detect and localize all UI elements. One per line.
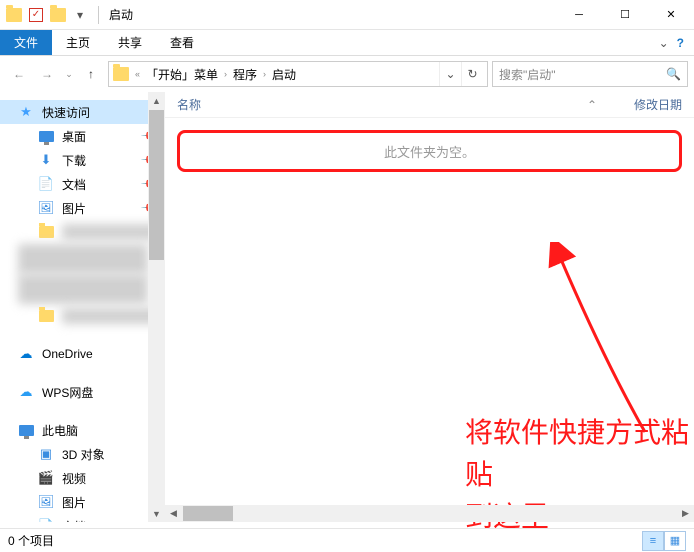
downloads-icon: ⬇: [38, 152, 54, 168]
crumb-1[interactable]: 「开始」菜单: [146, 66, 218, 83]
view-details-button[interactable]: ≡: [642, 531, 664, 551]
pictures-icon: 🖼: [38, 200, 54, 216]
window-title: 启动: [109, 6, 133, 23]
close-button[interactable]: ✕: [648, 0, 694, 30]
nav-desktop[interactable]: 桌面 📌: [0, 124, 164, 148]
thispc-icon: [18, 422, 34, 438]
ribbon: 文件 主页 共享 查看 ⌄ ?: [0, 30, 694, 56]
crumb-root-chevron[interactable]: «: [131, 69, 144, 79]
nav-label: 3D 对象: [62, 446, 105, 463]
column-date[interactable]: 修改日期: [602, 96, 682, 113]
nav-label: 文档: [62, 176, 86, 193]
nav-3d-objects[interactable]: ▣ 3D 对象: [0, 442, 164, 466]
nav-quick-access[interactable]: ★ 快速访问: [0, 100, 164, 124]
search-input[interactable]: 搜索"启动" 🔍: [492, 61, 688, 87]
wps-cloud-icon: ☁: [18, 384, 34, 400]
titlebar: ✓ ▾ 启动 ─ ☐ ✕: [0, 0, 694, 30]
crumb-2[interactable]: 程序: [233, 66, 257, 83]
documents-icon: 📄: [38, 176, 54, 192]
nav-documents[interactable]: 📄 文档 📌: [0, 172, 164, 196]
desktop-icon: [38, 128, 54, 144]
refresh-button[interactable]: ↻: [461, 62, 483, 86]
nav-label: 桌面: [62, 128, 86, 145]
nav-blurred-item[interactable]: [18, 244, 148, 274]
sort-indicator-icon[interactable]: ⌃: [582, 98, 602, 112]
scroll-up-icon[interactable]: ▲: [148, 92, 165, 109]
nav-label: 文档: [62, 518, 86, 523]
nav-downloads[interactable]: ⬇ 下载 📌: [0, 148, 164, 172]
chevron-right-icon[interactable]: ›: [220, 69, 231, 79]
nav-label: 此电脑: [42, 422, 78, 439]
nav-vertical-scrollbar[interactable]: ▲ ▼: [148, 92, 165, 522]
horizontal-scrollbar[interactable]: ◀ ▶: [165, 505, 694, 522]
search-placeholder: 搜索"启动": [499, 66, 556, 83]
navigation-pane: ★ 快速访问 桌面 📌 ⬇ 下载 📌 📄 文档 📌 🖼 图片 📌: [0, 92, 165, 522]
nav-wps[interactable]: ☁ WPS网盘: [0, 380, 164, 404]
scroll-left-icon[interactable]: ◀: [165, 505, 182, 522]
column-name[interactable]: 名称: [177, 96, 582, 113]
scroll-right-icon[interactable]: ▶: [677, 505, 694, 522]
nav-label: OneDrive: [42, 347, 93, 361]
nav-label: 快速访问: [42, 104, 90, 121]
nav-blurred-item[interactable]: [0, 220, 164, 244]
empty-folder-message: 此文件夹为空。: [384, 142, 475, 161]
address-folder-icon: [113, 67, 129, 81]
search-icon[interactable]: 🔍: [666, 67, 681, 81]
tab-file[interactable]: 文件: [0, 30, 52, 55]
nav-label: 图片: [62, 200, 86, 217]
folder-qat-icon[interactable]: [50, 7, 66, 23]
nav-onedrive[interactable]: ☁ OneDrive: [0, 342, 164, 366]
view-largeicons-button[interactable]: ▦: [664, 531, 686, 551]
nav-videos[interactable]: 🎬 视频: [0, 466, 164, 490]
annotation-line-1: 将软件快捷方式粘贴: [465, 412, 694, 496]
nav-history-dropdown[interactable]: ⌄: [62, 61, 76, 87]
qat-dropdown-icon[interactable]: ▾: [72, 7, 88, 23]
status-bar: 0 个项目 ≡ ▦: [0, 528, 694, 552]
tab-view[interactable]: 查看: [156, 30, 208, 55]
nav-label: 下载: [62, 152, 86, 169]
scroll-down-icon[interactable]: ▼: [148, 505, 165, 522]
nav-label: WPS网盘: [42, 384, 93, 401]
documents-icon: 📄: [38, 518, 54, 522]
column-header-row: 名称 ⌃ 修改日期: [165, 92, 694, 118]
nav-blurred-item[interactable]: [0, 304, 164, 328]
empty-folder-highlight: 此文件夹为空。: [177, 130, 682, 172]
tab-home[interactable]: 主页: [52, 30, 104, 55]
folder-app-icon: [6, 7, 22, 23]
chevron-right-icon[interactable]: ›: [259, 69, 270, 79]
minimize-button[interactable]: ─: [556, 0, 602, 30]
ribbon-expand-icon[interactable]: ⌄: [659, 36, 669, 50]
maximize-button[interactable]: ☐: [602, 0, 648, 30]
scrollbar-thumb[interactable]: [183, 506, 233, 521]
nav-thispc[interactable]: 此电脑: [0, 418, 164, 442]
content-area: 名称 ⌃ 修改日期 此文件夹为空。 将软件快捷方式粘贴 到这里 ◀ ▶: [165, 92, 694, 522]
nav-back-button[interactable]: ←: [6, 61, 32, 87]
nav-blurred-item[interactable]: [18, 274, 148, 304]
tab-share[interactable]: 共享: [104, 30, 156, 55]
nav-pictures[interactable]: 🖼 图片 📌: [0, 196, 164, 220]
nav-forward-button: →: [34, 61, 60, 87]
status-item-count: 0 个项目: [8, 532, 54, 549]
onedrive-icon: ☁: [18, 346, 34, 362]
nav-pictures-2[interactable]: 🖼 图片: [0, 490, 164, 514]
nav-label: 视频: [62, 470, 86, 487]
nav-up-button[interactable]: ↑: [78, 61, 104, 87]
address-bar[interactable]: « 「开始」菜单 › 程序 › 启动 ⌄ ↻: [108, 61, 488, 87]
star-icon: ★: [18, 104, 34, 120]
pictures-icon: 🖼: [38, 494, 54, 510]
save-checkbox-icon[interactable]: ✓: [28, 7, 44, 23]
address-row: ← → ⌄ ↑ « 「开始」菜单 › 程序 › 启动 ⌄ ↻ 搜索"启动" 🔍: [0, 56, 694, 92]
3d-objects-icon: ▣: [38, 446, 54, 462]
videos-icon: 🎬: [38, 470, 54, 486]
address-dropdown-icon[interactable]: ⌄: [439, 62, 461, 86]
crumb-3[interactable]: 启动: [272, 66, 296, 83]
help-icon[interactable]: ?: [677, 36, 684, 50]
nav-documents-2[interactable]: 📄 文档: [0, 514, 164, 522]
nav-label: 图片: [62, 494, 86, 511]
scrollbar-thumb[interactable]: [149, 110, 164, 260]
